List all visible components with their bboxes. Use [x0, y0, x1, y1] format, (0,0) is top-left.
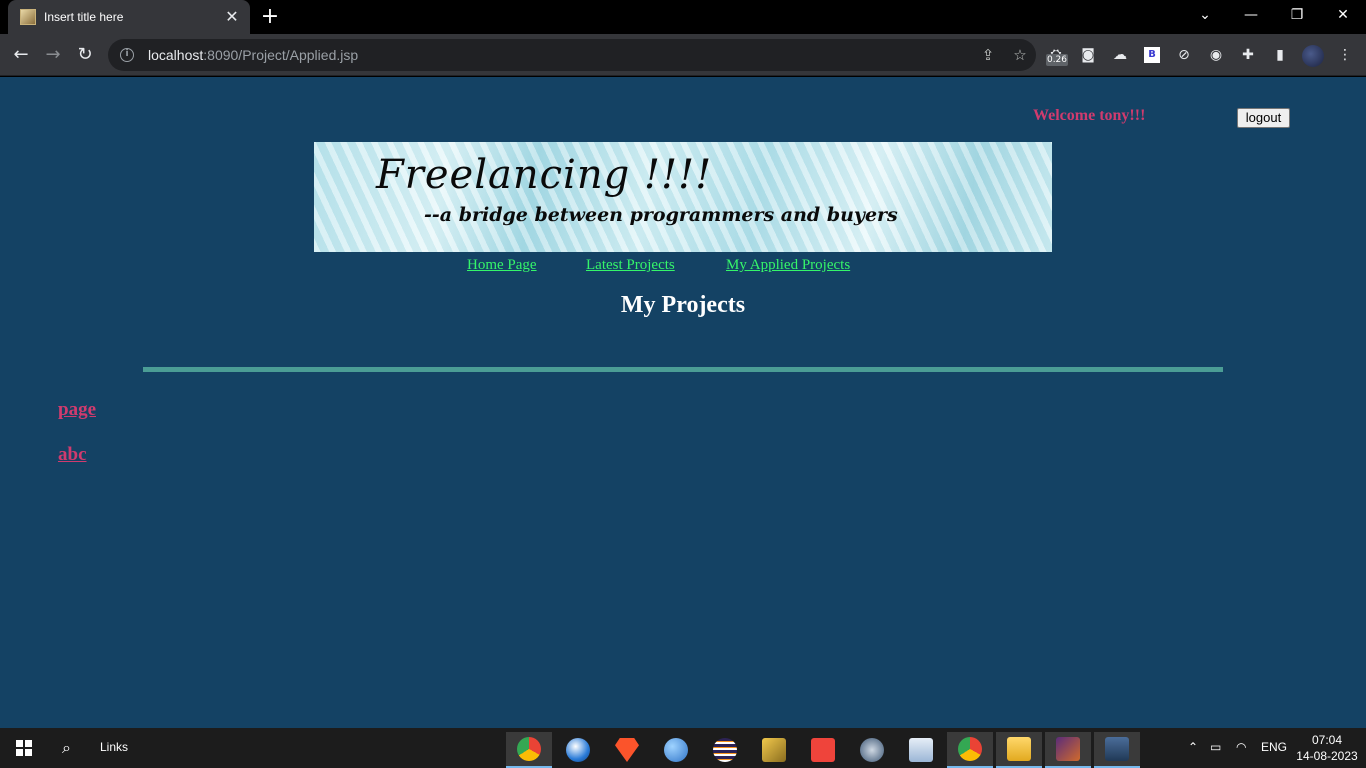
banner-title: Freelancing !!!! — [376, 152, 713, 198]
search-icon[interactable]: ⌕ — [62, 738, 71, 758]
clock[interactable]: 07:04 14-08-2023 — [1296, 732, 1358, 764]
project-link[interactable]: page — [58, 399, 96, 421]
url-text[interactable]: localhost:8090/Project/Applied.jsp — [148, 47, 972, 63]
welcome-message: Welcome tony!!! — [1033, 107, 1146, 124]
nav-home-page-link[interactable]: Home Page — [467, 257, 537, 274]
freelancing-banner: Freelancing !!!! --a bridge between prog… — [314, 142, 1052, 252]
app-taskbar-icon[interactable] — [849, 732, 895, 768]
tab-close-icon[interactable]: ✕ — [220, 5, 244, 29]
back-button[interactable]: ← — [6, 40, 36, 70]
close-window-button[interactable]: ✕ — [1320, 0, 1366, 30]
taskbar-search-label[interactable]: Links — [100, 740, 128, 754]
side-panel-icon[interactable]: ▮ — [1268, 43, 1292, 67]
tab-title: Insert title here — [44, 10, 124, 24]
extension-b-icon[interactable]: B — [1144, 47, 1160, 63]
show-hidden-icons-icon[interactable]: ⌃ — [1188, 740, 1198, 754]
logout-button[interactable]: logout — [1237, 108, 1290, 128]
tools-taskbar-icon[interactable] — [751, 732, 797, 768]
reload-button[interactable]: ↻ — [70, 40, 100, 70]
extension-circle-icon[interactable]: ◉ — [1204, 43, 1228, 67]
extension-glasses-icon[interactable]: ◙ — [1076, 43, 1100, 67]
file-explorer-taskbar-icon[interactable] — [996, 732, 1042, 768]
clock-time: 07:04 — [1311, 733, 1343, 747]
chrome-taskbar-icon[interactable] — [506, 732, 552, 768]
page-favicon-icon — [20, 9, 36, 25]
new-tab-button[interactable]: + — [258, 4, 282, 30]
address-bar[interactable]: i localhost:8090/Project/Applied.jsp ⇪ ☆ — [108, 39, 1036, 71]
eclipse-taskbar-icon[interactable] — [702, 732, 748, 768]
extension-cloud-icon[interactable]: ☁ — [1108, 43, 1132, 67]
project-link[interactable]: abc — [58, 444, 87, 466]
brave-taskbar-icon[interactable] — [604, 732, 650, 768]
browser-globe-taskbar-icon[interactable] — [555, 732, 601, 768]
profile-avatar[interactable] — [1302, 45, 1324, 67]
horizontal-divider — [143, 367, 1223, 372]
minimize-button[interactable]: — — [1228, 0, 1274, 30]
tab-search-chevron-icon[interactable]: ⌄ — [1182, 0, 1228, 30]
windows-start-icon[interactable] — [16, 740, 32, 756]
page-viewport: Welcome tony!!! logout Freelancing !!!! … — [0, 77, 1366, 728]
anydesk-taskbar-icon[interactable] — [800, 732, 846, 768]
bookmark-star-icon[interactable]: ☆ — [1004, 39, 1036, 71]
extension-counter-badge: 0.26 — [1046, 54, 1068, 66]
menu-kebab-icon[interactable]: ⋮ — [1333, 43, 1357, 67]
restore-button[interactable]: ❐ — [1274, 0, 1320, 30]
nav-my-applied-projects-link[interactable]: My Applied Projects — [726, 257, 850, 274]
language-indicator[interactable]: ENG — [1261, 740, 1287, 754]
windows-taskbar: ⌕ Links ⌃ ▭ ◠ ENG 07:04 14-08-2023 — [0, 728, 1366, 768]
browser-tab-bar: Insert title here ✕ + ⌄ — ❐ ✕ — [0, 0, 1366, 34]
nav-latest-projects-link[interactable]: Latest Projects — [586, 257, 675, 274]
battery-icon[interactable]: ▭ — [1210, 740, 1221, 754]
browser-tab[interactable]: Insert title here ✕ — [8, 0, 250, 34]
server-taskbar-icon[interactable] — [1094, 732, 1140, 768]
extension-compass-icon[interactable]: ⊘ — [1172, 43, 1196, 67]
wifi-icon[interactable]: ◠ — [1236, 740, 1246, 754]
extensions-puzzle-icon[interactable]: ✚ — [1236, 43, 1260, 67]
banner-subtitle: --a bridge between programmers and buyer… — [424, 204, 898, 226]
chrome-profile-taskbar-icon[interactable] — [947, 732, 993, 768]
media-taskbar-icon[interactable] — [898, 732, 944, 768]
share-icon[interactable]: ⇪ — [972, 39, 1004, 71]
site-info-icon[interactable]: i — [120, 48, 134, 62]
clock-date: 14-08-2023 — [1296, 749, 1358, 763]
eclipse-ee-taskbar-icon[interactable] — [1045, 732, 1091, 768]
browser-toolbar: ← → ↻ i localhost:8090/Project/Applied.j… — [0, 34, 1366, 76]
page-title: My Projects — [620, 292, 746, 318]
globe-taskbar-icon[interactable] — [653, 732, 699, 768]
forward-button[interactable]: → — [38, 40, 68, 70]
